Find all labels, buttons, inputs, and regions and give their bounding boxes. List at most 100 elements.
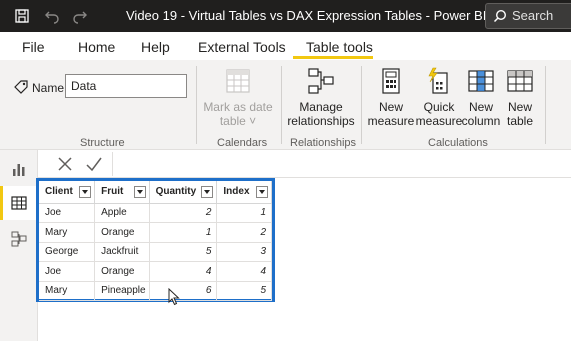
cell-fruit[interactable]: Orange (94, 261, 150, 282)
search-icon (493, 9, 507, 23)
calendar-icon (226, 69, 250, 93)
manage-line1: Manage (299, 100, 343, 114)
cell-fruit[interactable]: Orange (94, 222, 150, 243)
cell-fruit[interactable]: Pineapple (94, 281, 150, 301)
cell-quantity[interactable]: 4 (149, 261, 218, 282)
cell-quantity[interactable]: 2 (149, 203, 218, 223)
new-column-button[interactable]: New column (458, 66, 504, 128)
ribbon: Name Structure Mark as date table ˅ Cale… (0, 60, 571, 150)
cell-quantity[interactable]: 1 (149, 222, 218, 243)
cell-index[interactable]: 1 (216, 203, 272, 223)
group-separator (361, 66, 362, 144)
table-row[interactable]: Mary Pineapple 6 5 (39, 281, 272, 301)
manage-relationships-button[interactable]: Manage relationships (285, 66, 357, 128)
tab-table-tools[interactable]: Table tools (306, 39, 373, 55)
new-measure-line1: New (378, 100, 403, 114)
formula-divider (112, 152, 113, 176)
data-view-button[interactable] (0, 186, 38, 220)
quick-measure-button[interactable]: Quick measure (414, 66, 464, 128)
data-table: Client Fruit Quantity Index Joe Apple 2 … (39, 181, 272, 301)
new-column-line2: column (461, 114, 501, 128)
table-row[interactable]: George Jackfruit 5 3 (39, 242, 272, 262)
group-label-relationships: Relationships (290, 137, 357, 149)
left-nav (0, 150, 38, 341)
cell-client[interactable]: Mary (39, 281, 96, 301)
cell-fruit[interactable]: Apple (94, 203, 150, 223)
filter-dropdown-icon[interactable] (133, 185, 146, 198)
cell-quantity[interactable]: 6 (149, 281, 218, 301)
cell-fruit[interactable]: Jackfruit (94, 242, 150, 262)
table-grid-icon (11, 196, 27, 210)
tab-home[interactable]: Home (78, 39, 115, 55)
report-view-button[interactable] (0, 152, 38, 186)
cell-index[interactable]: 3 (216, 242, 272, 262)
chevron-down-icon: ˅ (245, 114, 257, 128)
filter-dropdown-icon[interactable] (201, 185, 214, 198)
relationships-icon (308, 68, 334, 94)
cell-index[interactable]: 2 (216, 222, 272, 243)
search-box[interactable]: Search (485, 3, 571, 29)
model-view-button[interactable] (0, 222, 38, 256)
table-header-row: Client Fruit Quantity Index (39, 181, 272, 204)
group-label-calendars: Calendars (217, 137, 268, 149)
window-title: Video 19 - Virtual Tables vs DAX Express… (126, 8, 538, 23)
quick-measure-icon (428, 67, 448, 94)
column-header-quantity[interactable]: Quantity (149, 181, 218, 204)
tab-file[interactable]: File (22, 39, 45, 55)
new-column-icon (468, 70, 494, 92)
bar-chart-icon (13, 164, 25, 176)
table-row[interactable]: Mary Orange 1 2 (39, 222, 272, 243)
menu-bar: File Home Help External Tools Table tool… (0, 32, 571, 60)
calculator-icon (382, 68, 400, 94)
filter-dropdown-icon[interactable] (256, 185, 268, 198)
new-column-line1: New (468, 100, 493, 114)
search-label: Search (512, 8, 554, 23)
group-separator (196, 66, 197, 144)
save-icon[interactable] (14, 8, 30, 24)
mouse-cursor-icon (168, 288, 180, 306)
group-separator (545, 66, 546, 144)
group-separator (281, 66, 282, 144)
new-table-icon (507, 70, 533, 92)
column-header-client[interactable]: Client (39, 181, 96, 204)
new-measure-button[interactable]: New measure (366, 66, 416, 128)
cell-quantity[interactable]: 5 (149, 242, 218, 262)
formula-bar (38, 150, 571, 178)
mark-as-date-line2: table (219, 114, 246, 128)
name-label: Name (32, 81, 65, 95)
title-bar: Video 19 - Virtual Tables vs DAX Express… (0, 0, 571, 32)
cell-client[interactable]: Joe (39, 261, 96, 282)
new-measure-line2: measure (367, 114, 415, 128)
active-view-indicator (0, 186, 3, 220)
filter-dropdown-icon[interactable] (79, 185, 92, 198)
data-table-selection: Client Fruit Quantity Index Joe Apple 2 … (36, 178, 275, 302)
tab-help[interactable]: Help (141, 39, 170, 55)
new-table-line2: table (506, 114, 534, 128)
commit-formula-icon[interactable] (84, 154, 104, 174)
table-row[interactable]: Joe Orange 4 4 (39, 261, 272, 282)
column-header-fruit[interactable]: Fruit (94, 181, 150, 204)
active-tab-indicator (293, 56, 373, 59)
tab-external-tools[interactable]: External Tools (198, 39, 286, 55)
new-table-line1: New (507, 100, 532, 114)
cell-client[interactable]: George (39, 242, 96, 262)
cell-client[interactable]: Mary (39, 222, 96, 243)
table-name-input[interactable] (65, 74, 187, 98)
quick-measure-line1: Quick (423, 100, 455, 114)
cancel-formula-icon[interactable] (55, 154, 75, 174)
column-header-index[interactable]: Index (216, 181, 272, 204)
group-label-calculations: Calculations (428, 137, 488, 149)
table-row[interactable]: Joe Apple 2 1 (39, 203, 272, 223)
undo-icon[interactable] (44, 8, 60, 24)
cell-index[interactable]: 5 (216, 281, 272, 301)
redo-icon[interactable] (72, 8, 88, 24)
cell-index[interactable]: 4 (216, 261, 272, 282)
manage-line2: relationships (287, 114, 355, 128)
model-icon (11, 231, 27, 247)
mark-as-date-table-button[interactable]: Mark as date table ˅ (203, 66, 273, 128)
tag-icon (14, 80, 28, 94)
mark-as-date-line1: Mark as date (203, 100, 273, 114)
cell-client[interactable]: Joe (39, 203, 96, 223)
quick-measure-line2: measure (415, 114, 463, 128)
new-table-button[interactable]: New table (502, 66, 538, 128)
